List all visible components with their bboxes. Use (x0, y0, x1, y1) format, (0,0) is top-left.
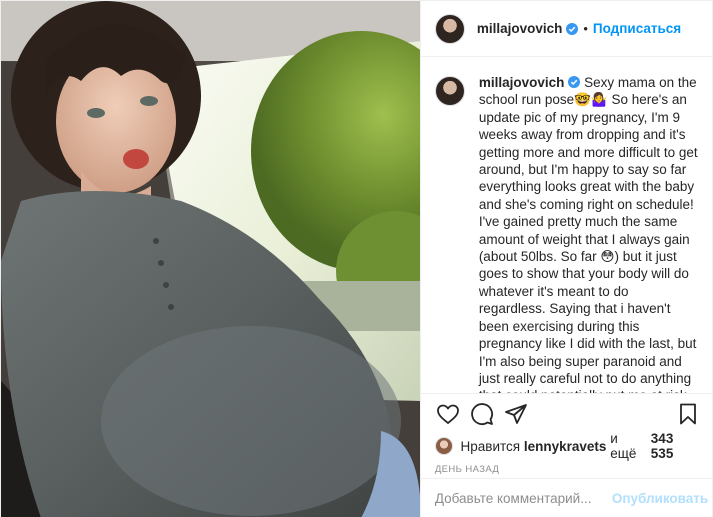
comment-input[interactable] (434, 491, 612, 506)
post-timestamp[interactable]: День назад (421, 458, 713, 480)
caption-text: Sexy mama on the school run pose🤓🤷‍♀️ So… (478, 75, 698, 393)
heart-icon (436, 404, 459, 424)
paper-plane-icon (504, 404, 527, 424)
action-bar (421, 394, 713, 434)
save-button[interactable] (671, 397, 705, 431)
likes-prefix: Нравится (460, 438, 521, 454)
liker-username[interactable]: lennykravets (524, 439, 607, 454)
comment-form: Опубликовать (420, 478, 713, 517)
post-photo[interactable] (1, 1, 420, 517)
likes-summary: Нравится lennykravets и ещё 343 535 (421, 431, 713, 461)
comments-area[interactable]: millajovovich Sexy mama on the school ru… (421, 58, 713, 393)
actions-section: Нравится lennykravets и ещё 343 535 День… (420, 393, 713, 480)
share-button[interactable] (499, 397, 533, 431)
caption-body: millajovovich Sexy mama on the school ru… (479, 74, 699, 393)
post-image (1, 1, 420, 517)
comment-button[interactable] (465, 397, 499, 431)
liker-avatar[interactable] (434, 437, 453, 455)
comment-bubble-icon (471, 403, 493, 425)
instagram-post: millajovovich • Подписаться millajovovic… (0, 0, 713, 517)
caption-username[interactable]: millajovovich (479, 75, 565, 90)
publish-button[interactable]: Опубликовать (612, 491, 708, 506)
author-username[interactable]: millajovovich (477, 21, 563, 36)
likes-connector: и ещё (610, 431, 637, 461)
follow-button[interactable]: Подписаться (593, 21, 681, 36)
like-button[interactable] (431, 397, 465, 431)
caption: millajovovich Sexy mama on the school ru… (434, 74, 699, 393)
caption-avatar[interactable] (434, 76, 465, 106)
post-sidebar: millajovovich • Подписаться millajovovic… (419, 1, 713, 517)
likes-count[interactable]: 343 535 (651, 431, 699, 461)
bookmark-icon (679, 403, 696, 425)
post-header: millajovovich • Подписаться (420, 1, 712, 57)
author-avatar[interactable] (434, 13, 465, 44)
caption-verified-badge-icon (568, 76, 581, 88)
header-separator: • (583, 21, 588, 36)
verified-badge-icon (566, 22, 579, 35)
